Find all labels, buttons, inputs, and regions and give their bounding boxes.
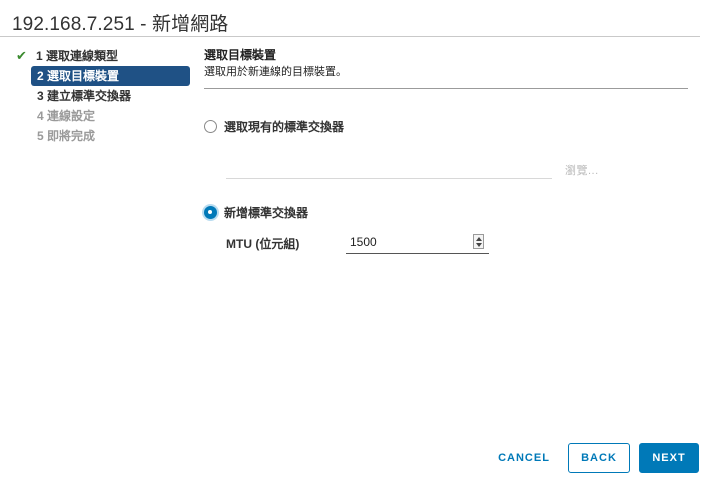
step-label: 3 建立標準交換器	[37, 89, 132, 103]
radio-new-switch[interactable]	[204, 206, 217, 219]
step-select-target-device[interactable]: 2 選取目標裝置	[31, 66, 190, 86]
check-icon: ✔	[16, 48, 27, 63]
title-divider	[0, 36, 700, 37]
step-content: 選取目標裝置 選取用於新連線的目標裝置。 選取現有的標準交換器 瀏覽... 新增…	[204, 46, 688, 254]
increment-icon[interactable]	[476, 237, 482, 241]
mtu-spinner[interactable]	[473, 234, 484, 249]
step-label: 2 選取目標裝置	[37, 69, 120, 83]
mtu-stepper[interactable]	[346, 232, 489, 254]
step-label: 5 即將完成	[37, 129, 96, 143]
back-button[interactable]: BACK	[568, 443, 630, 473]
step-select-connection-type[interactable]: ✔ 1 選取連線類型	[16, 46, 191, 66]
dialog-title: 192.168.7.251 - 新增網路	[12, 14, 229, 35]
radio-new-switch-label: 新增標準交換器	[224, 206, 309, 220]
step-connection-settings: 4 連線設定	[16, 106, 191, 126]
mtu-input[interactable]	[350, 235, 460, 249]
section-description: 選取用於新連線的目標裝置。	[204, 66, 347, 78]
step-create-standard-switch[interactable]: 3 建立標準交換器	[16, 86, 191, 106]
radio-existing-switch[interactable]	[204, 120, 217, 133]
select-existing-switch-option[interactable]: 選取現有的標準交換器	[204, 118, 344, 135]
cancel-button[interactable]: CANCEL	[490, 443, 558, 473]
existing-switch-field[interactable]	[226, 161, 552, 179]
wizard-steps: ✔ 1 選取連線類型 2 選取目標裝置 3 建立標準交換器 4 連線設定 5 即…	[16, 46, 191, 146]
radio-existing-switch-label: 選取現有的標準交換器	[224, 120, 345, 134]
decrement-icon[interactable]	[476, 243, 482, 247]
content-divider	[204, 88, 688, 89]
mtu-label: MTU (位元組)	[226, 237, 300, 251]
section-heading: 選取目標裝置	[204, 48, 277, 62]
step-label: 1 選取連線類型	[36, 49, 119, 63]
step-ready-to-complete: 5 即將完成	[16, 126, 191, 146]
step-label: 4 連線設定	[37, 109, 96, 123]
new-standard-switch-option[interactable]: 新增標準交換器	[204, 204, 308, 221]
next-button[interactable]: NEXT	[639, 443, 699, 473]
browse-button[interactable]: 瀏覽...	[565, 162, 599, 178]
